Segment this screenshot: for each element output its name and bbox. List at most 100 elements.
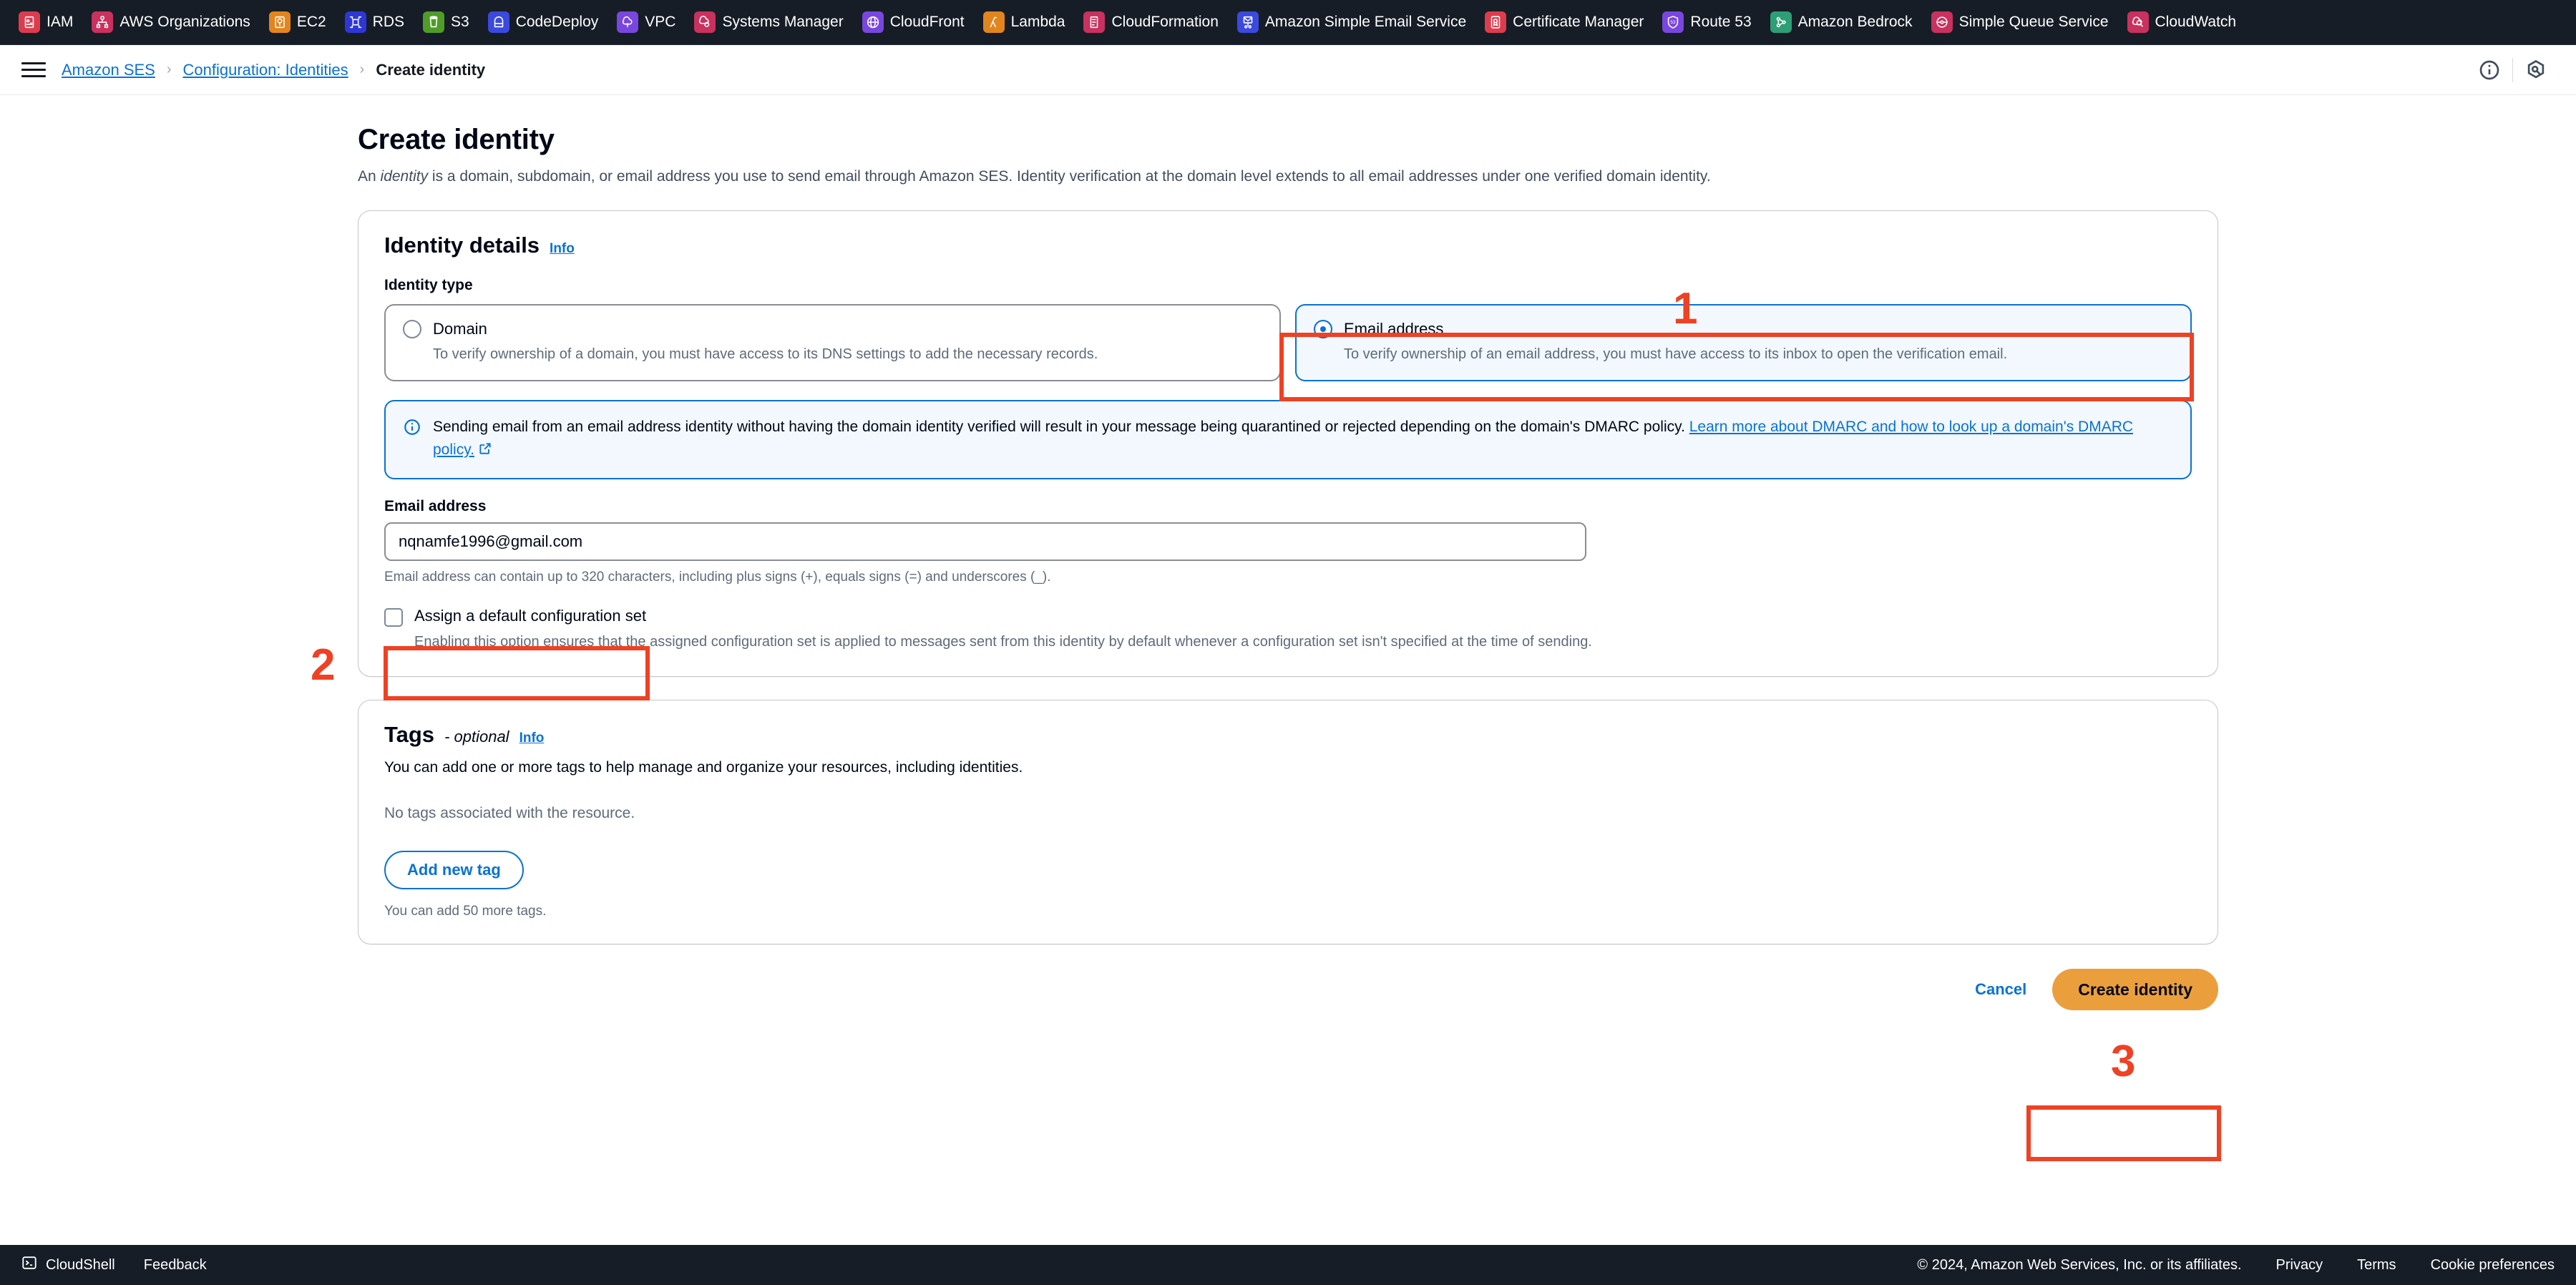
service-link-aws-organizations[interactable]: AWS Organizations (92, 11, 250, 33)
cloudshell-button[interactable]: CloudShell (21, 1255, 115, 1275)
breadcrumb-separator-icon: › (166, 62, 172, 77)
tags-info-link[interactable]: Info (519, 731, 545, 746)
lambda-icon (982, 11, 1005, 33)
email-address-input-wrap (384, 522, 2192, 562)
service-link-amazon-simple-email-service[interactable]: Amazon Simple Email Service (1236, 11, 1467, 33)
menu-hamburger-icon[interactable] (21, 58, 46, 82)
service-label: CloudFormation (1111, 14, 1219, 30)
tags-optional-label: - optional (444, 728, 509, 746)
identity-details-info-link[interactable]: Info (550, 241, 575, 257)
service-link-vpc[interactable]: VPC (617, 11, 675, 33)
aws-services-favorites-bar: IAM AWS Organizations EC2 RDS S3 CodeDeploy VP… (0, 0, 2576, 45)
default-config-set-text: Assign a default configuration set Enabl… (414, 607, 1592, 652)
add-new-tag-button[interactable]: Add new tag (384, 851, 524, 890)
page-description-part2: is a domain, subdomain, or email address… (428, 168, 1711, 185)
create-identity-button[interactable]: Create identity (2052, 969, 2218, 1011)
radio-dot-email-address[interactable] (1314, 320, 1332, 339)
radio-option-email-address[interactable]: Email address To verify ownership of an … (1295, 304, 2192, 382)
breadcrumb-item-create-identity: Create identity (376, 60, 486, 79)
service-link-s3[interactable]: S3 (423, 11, 469, 33)
service-link-route-53[interactable]: 53 Route 53 (1662, 11, 1752, 33)
identity-details-header: Identity details Info (384, 233, 2192, 258)
service-label: Route 53 (1690, 14, 1752, 30)
radio-description-email-address: To verify ownership of an email address,… (1344, 346, 2008, 363)
service-link-systems-manager[interactable]: Systems Manager (694, 11, 844, 33)
footer-right: © 2024, Amazon Web Services, Inc. or its… (1917, 1257, 2555, 1274)
breadcrumb-bar: Amazon SES › Configuration: Identities › Cre… (0, 45, 2576, 95)
annotation-box-3 (2026, 1105, 2221, 1161)
default-config-set-checkbox[interactable] (384, 608, 403, 627)
external-link-icon (478, 440, 492, 463)
feedback-link[interactable]: Feedback (144, 1257, 207, 1274)
breadcrumb-item-amazon-ses[interactable]: Amazon SES (62, 61, 155, 79)
page-title: Create identity (358, 124, 555, 155)
breadcrumb-item-configuration-identities[interactable]: Configuration: Identities (183, 61, 348, 79)
identity-details-title: Identity details (384, 233, 540, 258)
email-address-hint: Email address can contain up to 320 char… (384, 570, 1051, 585)
radio-dot-domain[interactable] (403, 320, 421, 339)
breadcrumb-actions (2469, 45, 2556, 94)
identity-type-radio-group: Domain To verify ownership of a domain, … (384, 304, 2192, 382)
cancel-button[interactable]: Cancel (1975, 980, 2026, 999)
cloudshell-label: CloudShell (46, 1256, 115, 1273)
service-link-cloudwatch[interactable]: CloudWatch (2127, 11, 2237, 33)
copyright-text: © 2024, Amazon Web Services, Inc. or its… (1917, 1256, 2242, 1273)
radio-description-domain: To verify ownership of a domain, you mus… (433, 346, 1098, 363)
tags-empty-text: No tags associated with the resource. (384, 805, 635, 822)
radio-label-email-address: Email address (1344, 320, 1444, 338)
service-link-amazon-bedrock[interactable]: Amazon Bedrock (1770, 11, 1913, 33)
dmarc-info-alert: Sending email from an email address iden… (384, 400, 2192, 480)
service-link-iam[interactable]: IAM (19, 11, 73, 33)
email-address-label: Email address (384, 498, 487, 515)
service-label: Systems Manager (722, 14, 844, 30)
bedrock-icon (1770, 11, 1792, 33)
route53-icon: 53 (1662, 11, 1684, 33)
tags-footnote: You can add 50 more tags. (384, 904, 547, 919)
service-label: CloudWatch (2155, 14, 2237, 30)
codedeploy-icon (487, 11, 509, 33)
terms-link[interactable]: Terms (2357, 1257, 2396, 1274)
page-description-emphasis: identity (380, 168, 429, 185)
form-actions: Cancel Create identity (358, 969, 2218, 1011)
default-config-set-row[interactable]: Assign a default configuration set Enabl… (384, 607, 2192, 652)
cloudwatch-icon (2127, 11, 2149, 33)
tags-description: You can add one or more tags to help man… (384, 759, 1023, 776)
service-link-cloudfront[interactable]: CloudFront (862, 11, 965, 33)
dmarc-alert-text: Sending email from an email address iden… (433, 416, 2172, 462)
divider (2512, 57, 2513, 82)
breadcrumb: Amazon SES › Configuration: Identities › Cre… (62, 61, 485, 79)
privacy-link[interactable]: Privacy (2276, 1257, 2323, 1274)
service-link-cloudformation[interactable]: CloudFormation (1083, 11, 1219, 33)
service-link-rds[interactable]: RDS (344, 11, 404, 33)
email-address-input[interactable] (384, 522, 1586, 562)
service-link-simple-queue-service[interactable]: Simple Queue Service (1931, 11, 2109, 33)
page-description: An identity is a domain, subdomain, or e… (358, 166, 2218, 187)
service-label: Lambda (1010, 14, 1065, 30)
tags-header: Tags - optional Info (384, 722, 2192, 748)
settings-hex-icon[interactable] (2516, 50, 2556, 90)
service-link-lambda[interactable]: Lambda (982, 11, 1065, 33)
service-label: VPC (645, 14, 676, 30)
tags-card: Tags - optional Info You can add one or … (358, 700, 2218, 945)
radio-option-domain-line: Domain (403, 320, 1262, 339)
radio-label-domain: Domain (433, 320, 487, 338)
service-link-codedeploy[interactable]: CodeDeploy (487, 11, 598, 33)
default-config-set-description: Enabling this option ensures that the as… (414, 634, 1592, 650)
annotation-number-2: 2 (311, 640, 336, 690)
cloudformation-icon (1083, 11, 1106, 33)
cookie-preferences-link[interactable]: Cookie preferences (2431, 1257, 2555, 1274)
ses-icon (1236, 11, 1259, 33)
service-label: Simple Queue Service (1958, 14, 2109, 30)
s3-icon (423, 11, 445, 33)
footer-bar: CloudShell Feedback © 2024, Amazon Web S… (0, 1245, 2576, 1285)
ec2-icon (268, 11, 291, 33)
service-link-certificate-manager[interactable]: Certificate Manager (1485, 11, 1644, 33)
service-link-ec2[interactable]: EC2 (268, 11, 326, 33)
service-label: Certificate Manager (1513, 14, 1644, 30)
iam-icon (19, 11, 40, 33)
info-circle-icon[interactable] (2469, 50, 2509, 90)
service-label: Amazon Simple Email Service (1264, 14, 1467, 30)
page-body: Create identity An identity is a domain,… (0, 95, 2576, 1245)
tags-title: Tags (384, 722, 435, 748)
radio-option-domain[interactable]: Domain To verify ownership of a domain, … (384, 304, 1281, 382)
